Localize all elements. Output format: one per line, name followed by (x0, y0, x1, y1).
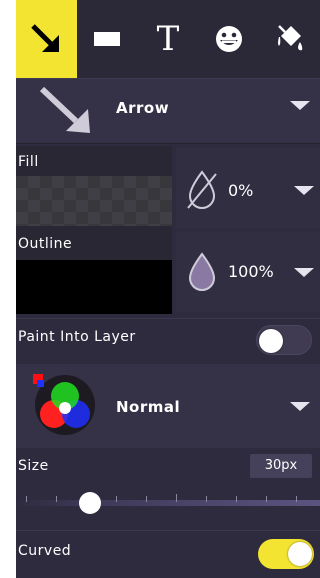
blend-mode-dropdown[interactable]: Normal (16, 364, 320, 448)
outline-label: Outline (18, 236, 73, 252)
emoji-icon (215, 26, 242, 52)
slider-ticks (16, 492, 320, 514)
opacity-drop-icon (188, 252, 216, 291)
curved-label: Curved (18, 543, 72, 559)
blend-mode-label: Normal (116, 398, 181, 416)
tool-rectangle-button[interactable] (77, 0, 138, 78)
toggle-knob (288, 542, 312, 566)
outline-opacity-dropdown[interactable]: 100% (176, 232, 320, 312)
paint-into-layer-label: Paint Into Layer (18, 329, 136, 345)
chevron-down-icon (290, 101, 310, 110)
text-icon: T (156, 19, 180, 59)
fill-outline-section: Fill Outline 0% 100% (16, 146, 320, 316)
size-slider[interactable] (16, 488, 320, 518)
size-section: Size 30px (16, 448, 320, 528)
slider-thumb[interactable] (79, 492, 101, 514)
fill-opacity-value: 0% (228, 181, 254, 200)
tool-options-panel: T Arrow Fill Outline 0% 100% Paint Into … (16, 0, 320, 578)
outline-opacity-value: 100% (228, 262, 274, 281)
chevron-down-icon (294, 268, 314, 277)
chevron-down-icon (290, 402, 310, 411)
tool-arrow-button[interactable] (16, 0, 77, 78)
color-swatches: Fill Outline (16, 146, 172, 314)
tool-fill-button[interactable] (259, 0, 320, 78)
fill-label: Fill (18, 154, 39, 170)
arrow-icon (31, 24, 60, 52)
shape-label: Arrow (116, 99, 170, 117)
tool-text-button[interactable]: T (138, 0, 199, 78)
size-value-field[interactable]: 30px (250, 454, 312, 478)
chevron-down-icon (294, 186, 314, 195)
arrow-preview-icon (39, 86, 90, 133)
toggle-knob (259, 329, 283, 353)
paint-into-layer-toggle[interactable] (256, 325, 312, 355)
rgb-blend-icon (33, 374, 95, 435)
fill-color-swatch[interactable] (16, 176, 172, 226)
curved-row: Curved (16, 530, 320, 578)
paint-into-layer-row: Paint Into Layer (16, 318, 320, 364)
curved-toggle[interactable] (258, 539, 314, 569)
rectangle-icon (94, 32, 121, 46)
tool-bar: T (16, 0, 320, 78)
tool-emoji-button[interactable] (198, 0, 259, 78)
shape-dropdown[interactable]: Arrow (16, 78, 320, 144)
fill-opacity-dropdown[interactable]: 0% (176, 148, 320, 228)
opacity-none-icon (187, 170, 217, 209)
size-label: Size (18, 458, 49, 474)
paint-bucket-icon (277, 25, 302, 51)
outline-color-swatch[interactable] (16, 260, 172, 314)
